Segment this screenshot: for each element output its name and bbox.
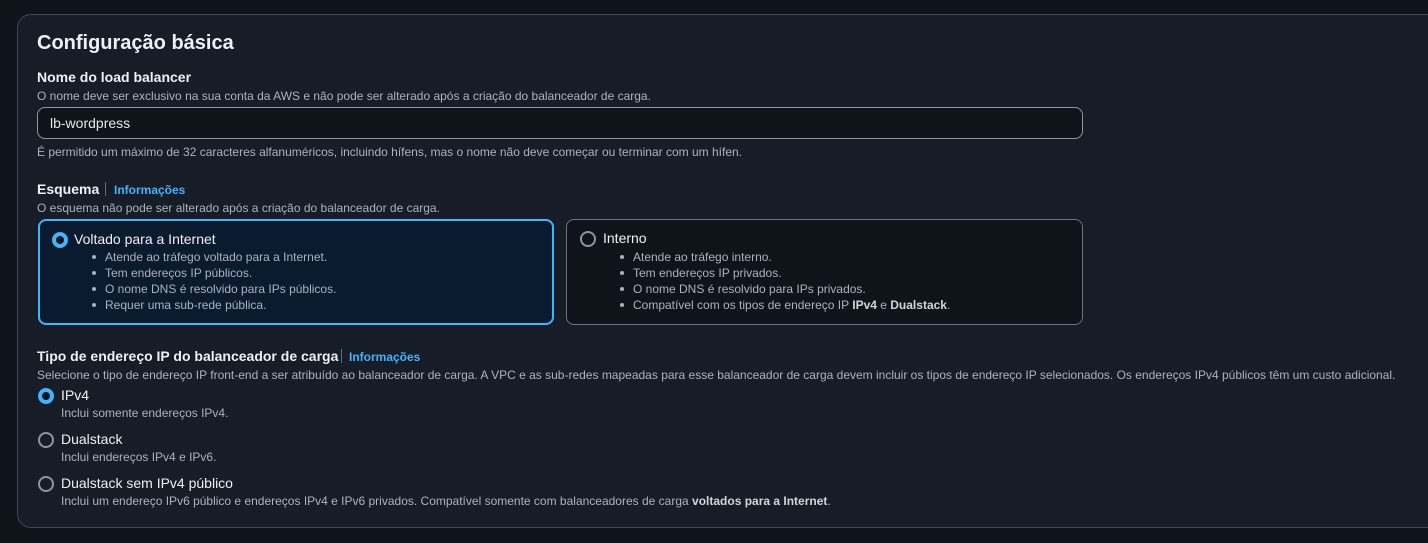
- ip-option-ipv4-title[interactable]: IPv4: [61, 387, 89, 403]
- list-item: Atende ao tráfego voltado para a Interne…: [91, 249, 336, 265]
- bullet-text: Compatível com os tipos de endereço IP: [633, 298, 853, 312]
- ip-option-dualstack-no-public-ipv4-title[interactable]: Dualstack sem IPv4 público: [61, 475, 233, 491]
- scheme-option-title: Voltado para a Internet: [74, 231, 216, 247]
- ip-option-dualstack-radio-icon[interactable]: [38, 432, 54, 448]
- scheme-info-link[interactable]: Informações: [114, 183, 185, 197]
- list-item: Tem endereços IP públicos.: [91, 265, 336, 281]
- bullet-text: .: [946, 298, 951, 312]
- lb-name-input[interactable]: lb-wordpress: [37, 107, 1083, 139]
- ip-type-label: Tipo de endereço IP do balanceador de ca…: [37, 348, 339, 364]
- ip-type-info-link[interactable]: Informações: [349, 350, 420, 364]
- scheme-option-bullets: Atende ao tráfego interno. Tem endereços…: [615, 249, 950, 313]
- scheme-option-internet-facing[interactable]: Voltado para a Internet Atende ao tráfeg…: [38, 219, 554, 325]
- ip-option-dualstack-no-public-ipv4-description: Inclui um endereço IPv6 público e endere…: [61, 494, 831, 508]
- ip-type-separator: [341, 349, 342, 363]
- scheme-separator: [105, 182, 106, 196]
- lb-name-hint: É permitido um máximo de 32 caracteres a…: [37, 145, 742, 159]
- scheme-description: O esquema não pode ser alterado após a c…: [37, 201, 440, 215]
- description-text: .: [827, 494, 831, 508]
- scheme-option-title: Interno: [603, 230, 647, 246]
- ip-option-ipv4-radio-icon[interactable]: [38, 388, 54, 404]
- ip-option-dualstack-title[interactable]: Dualstack: [61, 431, 122, 447]
- description-bold: voltados para a Internet: [692, 494, 828, 508]
- lb-name-description: O nome deve ser exclusivo na sua conta d…: [37, 89, 651, 103]
- ip-type-description: Selecione o tipo de endereço IP front-en…: [37, 368, 1396, 382]
- ip-option-dualstack-description: Inclui endereços IPv4 e IPv6.: [61, 450, 217, 464]
- bullet-bold: Dualstack: [890, 298, 947, 312]
- lb-name-label: Nome do load balancer: [37, 69, 192, 85]
- bullet-bold: IPv4: [852, 298, 877, 312]
- scheme-option-bullets: Atende ao tráfego voltado para a Interne…: [87, 249, 336, 313]
- ip-option-dualstack-no-public-ipv4-radio-icon[interactable]: [38, 476, 54, 492]
- description-text: Inclui um endereço IPv6 público e endere…: [61, 494, 693, 508]
- radio-unselected-icon[interactable]: [580, 231, 596, 247]
- section-title: Configuração básica: [37, 32, 234, 54]
- ip-option-ipv4-description: Inclui somente endereços IPv4.: [61, 406, 229, 420]
- list-item: Tem endereços IP privados.: [619, 265, 950, 281]
- list-item: O nome DNS é resolvido para IPs públicos…: [91, 282, 337, 296]
- list-item: Compatível com os tipos de endereço IP I…: [619, 297, 951, 313]
- scheme-option-internal[interactable]: Interno Atende ao tráfego interno. Tem e…: [566, 219, 1083, 325]
- scheme-label: Esquema: [37, 181, 100, 197]
- bullet-text: e: [876, 298, 891, 312]
- list-item: O nome DNS é resolvido para IPs privados…: [619, 281, 950, 297]
- radio-selected-icon[interactable]: [52, 232, 68, 248]
- list-item: Atende ao tráfego interno.: [619, 249, 950, 265]
- list-item: Requer uma sub-rede pública.: [91, 297, 336, 313]
